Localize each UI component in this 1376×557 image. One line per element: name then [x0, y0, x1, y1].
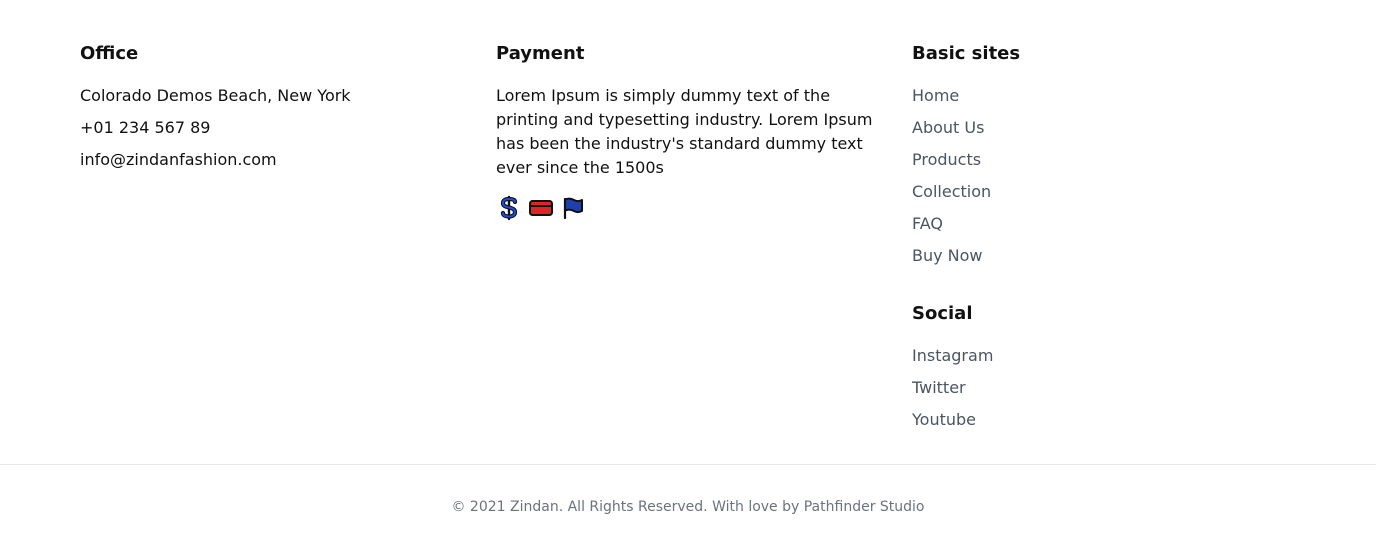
social-heading: Social [912, 303, 973, 324]
footer-link-products[interactable]: Products [912, 148, 981, 172]
footer-main: Office Colorado Demos Beach, New York +0… [0, 0, 1376, 464]
copyright-text: © 2021 Zindan. All Rights Reserved. With… [451, 499, 925, 515]
footer-divider [0, 464, 1376, 465]
dollar-icon [496, 195, 522, 221]
office-phone: +01 234 567 89 [80, 118, 211, 137]
payment-heading: Payment [496, 43, 585, 64]
basic-sites-heading: Basic sites [912, 43, 1021, 64]
footer-link-home[interactable]: Home [912, 84, 959, 108]
social-link-instagram[interactable]: Instagram [912, 344, 993, 368]
office-email: info@zindanfashion.com [80, 150, 277, 169]
social-link-twitter[interactable]: Twitter [912, 376, 966, 400]
credit-card-icon [528, 195, 554, 221]
footer-link-faq[interactable]: FAQ [912, 212, 943, 236]
footer-link-collection[interactable]: Collection [912, 180, 991, 204]
flag-icon [560, 195, 586, 221]
office-heading: Office [80, 43, 139, 64]
payment-description: Lorem Ipsum is simply dummy text of the … [496, 86, 873, 177]
social-link-youtube[interactable]: Youtube [912, 408, 976, 432]
office-address: Colorado Demos Beach, New York [80, 86, 351, 105]
footer-link-about-us[interactable]: About Us [912, 116, 984, 140]
footer-link-buy-now[interactable]: Buy Now [912, 244, 983, 268]
payment-icons [496, 195, 586, 221]
